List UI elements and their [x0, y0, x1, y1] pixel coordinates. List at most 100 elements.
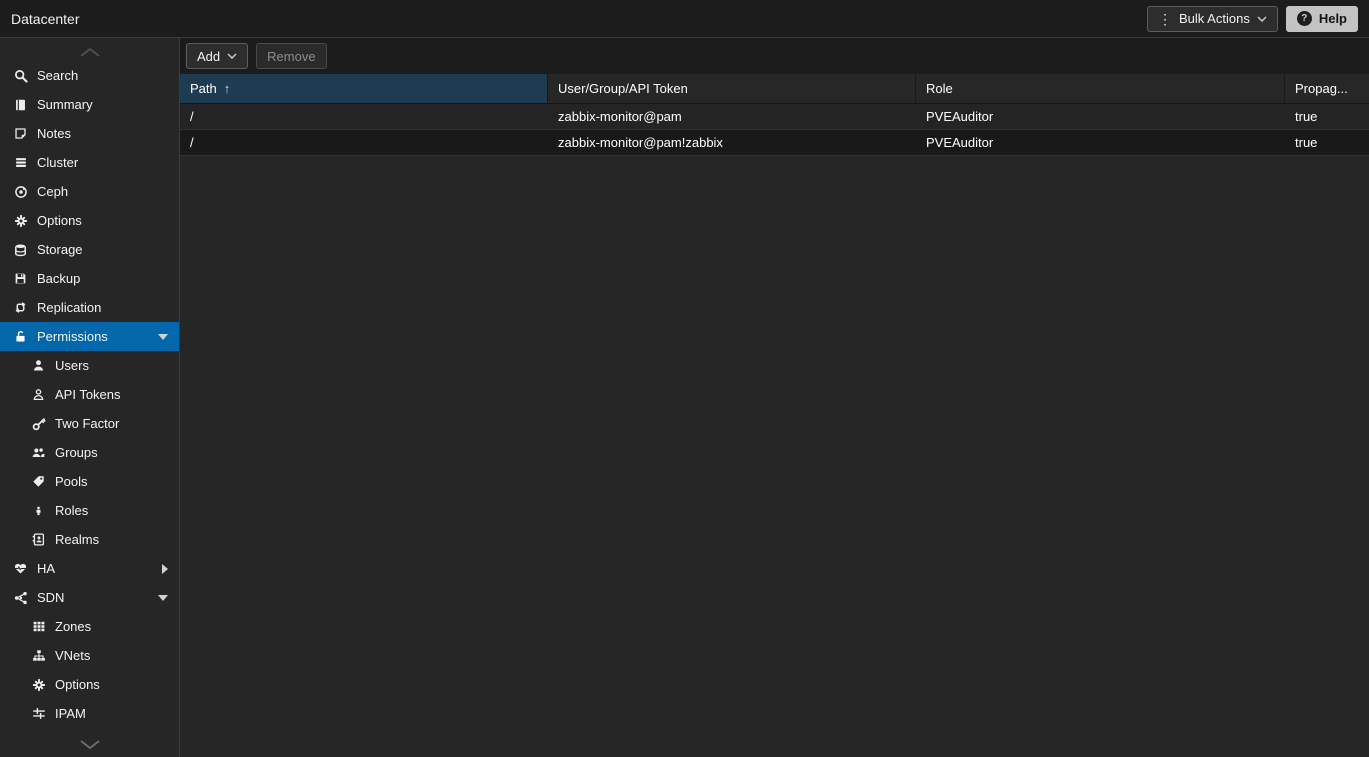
sidebar-item-label: Backup	[37, 271, 80, 286]
cell-propagate: true	[1285, 130, 1369, 155]
sidebar-item-pools[interactable]: Pools	[0, 467, 179, 496]
sidebar-item-label: Ceph	[37, 184, 68, 199]
sidebar-item-label: Options	[37, 213, 82, 228]
address-book-icon	[31, 532, 46, 547]
floppy-icon	[13, 271, 28, 286]
cell-role: PVEAuditor	[916, 130, 1285, 155]
sidebar-item-ceph[interactable]: Ceph	[0, 177, 179, 206]
sidebar-item-replication[interactable]: Replication	[0, 293, 179, 322]
main-panel: Add Remove Path↑User/Group/API Token Role…	[180, 38, 1369, 757]
cell-role: PVEAuditor	[916, 104, 1285, 129]
sidebar-item-vnets[interactable]: VNets	[0, 641, 179, 670]
key-icon	[31, 416, 46, 431]
sort-ascending-icon: ↑	[224, 81, 231, 96]
sidebar-item-groups[interactable]: Groups	[0, 438, 179, 467]
book-icon	[13, 97, 28, 112]
sidebar-item-notes[interactable]: Notes	[0, 119, 179, 148]
sidebar-item-cluster[interactable]: Cluster	[0, 148, 179, 177]
top-bar: Datacenter ⋮ Bulk Actions ? Help	[0, 0, 1369, 38]
ceph-icon	[13, 184, 28, 199]
remove-label: Remove	[267, 49, 315, 64]
gear-icon	[31, 677, 46, 692]
sitemap-icon	[31, 648, 46, 663]
search-icon	[13, 68, 28, 83]
chevron-down-icon	[78, 740, 102, 750]
user-outline-icon	[31, 387, 46, 402]
help-button[interactable]: ? Help	[1286, 6, 1358, 32]
cell-user: zabbix-monitor@pam	[548, 104, 916, 129]
heartbeat-icon	[13, 561, 28, 576]
sidebar-item-roles[interactable]: Roles	[0, 496, 179, 525]
sidebar-item-label: Cluster	[37, 155, 78, 170]
user-icon	[31, 358, 46, 373]
sidebar-item-label: Two Factor	[55, 416, 119, 431]
table-empty-area	[180, 156, 1369, 757]
question-circle-icon: ?	[1297, 11, 1312, 26]
column-header-user-group-api-token[interactable]: User/Group/API Token	[548, 74, 916, 103]
cell-path: /	[180, 130, 548, 155]
remove-button[interactable]: Remove	[256, 43, 326, 69]
sidebar-item-zones[interactable]: Zones	[0, 612, 179, 641]
sidebar-item-label: Zones	[55, 619, 91, 634]
column-header-label: Propag...	[1295, 81, 1348, 96]
sidebar-item-options[interactable]: Options	[0, 206, 179, 235]
chevron-down-icon	[1257, 16, 1267, 22]
sidebar-item-permissions[interactable]: Permissions	[0, 322, 179, 351]
topbar-actions: ⋮ Bulk Actions ? Help	[1147, 6, 1358, 32]
cell-path: /	[180, 104, 548, 129]
sliders-icon	[31, 706, 46, 721]
note-icon	[13, 126, 28, 141]
add-button[interactable]: Add	[186, 43, 248, 69]
page-title: Datacenter	[11, 11, 79, 27]
network-icon	[13, 590, 28, 605]
sidebar-item-ipam[interactable]: IPAM	[0, 699, 179, 728]
column-header-propag[interactable]: Propag...	[1285, 74, 1369, 103]
layout: Search Summary Notes Cluster Ceph Options Stor…	[0, 38, 1369, 757]
tag-icon	[31, 474, 46, 489]
replication-icon	[13, 300, 28, 315]
sidebar-item-users[interactable]: Users	[0, 351, 179, 380]
sidebar-item-ha[interactable]: HA	[0, 554, 179, 583]
bulk-actions-button[interactable]: ⋮ Bulk Actions	[1147, 6, 1278, 32]
chevron-up-icon	[78, 47, 102, 57]
sidebar: Search Summary Notes Cluster Ceph Options Stor…	[0, 38, 180, 757]
users-icon	[31, 445, 46, 460]
sidebar-item-backup[interactable]: Backup	[0, 264, 179, 293]
sidebar-item-api-tokens[interactable]: API Tokens	[0, 380, 179, 409]
sidebar-item-realms[interactable]: Realms	[0, 525, 179, 554]
add-label: Add	[197, 49, 220, 64]
sidebar-item-label: API Tokens	[55, 387, 121, 402]
sidebar-item-label: SDN	[37, 590, 64, 605]
caret-down-icon[interactable]	[158, 322, 168, 351]
sidebar-scroll-up[interactable]	[0, 43, 179, 61]
table-row[interactable]: /zabbix-monitor@pamPVEAuditortrue	[180, 104, 1369, 130]
sidebar-item-summary[interactable]: Summary	[0, 90, 179, 119]
table-header: Path↑User/Group/API Token Role Propag...	[180, 74, 1369, 104]
person-icon	[31, 503, 46, 518]
caret-down-icon[interactable]	[158, 583, 168, 612]
unlock-icon	[13, 329, 28, 344]
sidebar-item-label: Search	[37, 68, 78, 83]
sidebar-item-label: Options	[55, 677, 100, 692]
table-row[interactable]: /zabbix-monitor@pam!zabbixPVEAuditortrue	[180, 130, 1369, 156]
caret-right-icon[interactable]	[162, 554, 168, 583]
sidebar-item-label: Notes	[37, 126, 71, 141]
column-header-path[interactable]: Path↑	[180, 74, 548, 103]
sidebar-item-storage[interactable]: Storage	[0, 235, 179, 264]
sidebar-item-label: Roles	[55, 503, 88, 518]
column-header-label: Role	[926, 81, 953, 96]
cell-user: zabbix-monitor@pam!zabbix	[548, 130, 916, 155]
chevron-down-icon	[227, 53, 237, 59]
table-body: /zabbix-monitor@pamPVEAuditortrue/zabbix…	[180, 104, 1369, 156]
sidebar-item-label: Storage	[37, 242, 83, 257]
bulk-actions-label: Bulk Actions	[1179, 11, 1250, 26]
help-label: Help	[1319, 11, 1347, 26]
column-header-role[interactable]: Role	[916, 74, 1285, 103]
sidebar-scroll-down[interactable]	[0, 736, 179, 754]
sidebar-item-sdn[interactable]: SDN	[0, 583, 179, 612]
sidebar-item-two-factor[interactable]: Two Factor	[0, 409, 179, 438]
sidebar-item-options[interactable]: Options	[0, 670, 179, 699]
sidebar-item-label: VNets	[55, 648, 90, 663]
sidebar-item-search[interactable]: Search	[0, 61, 179, 90]
sidebar-item-label: Groups	[55, 445, 98, 460]
